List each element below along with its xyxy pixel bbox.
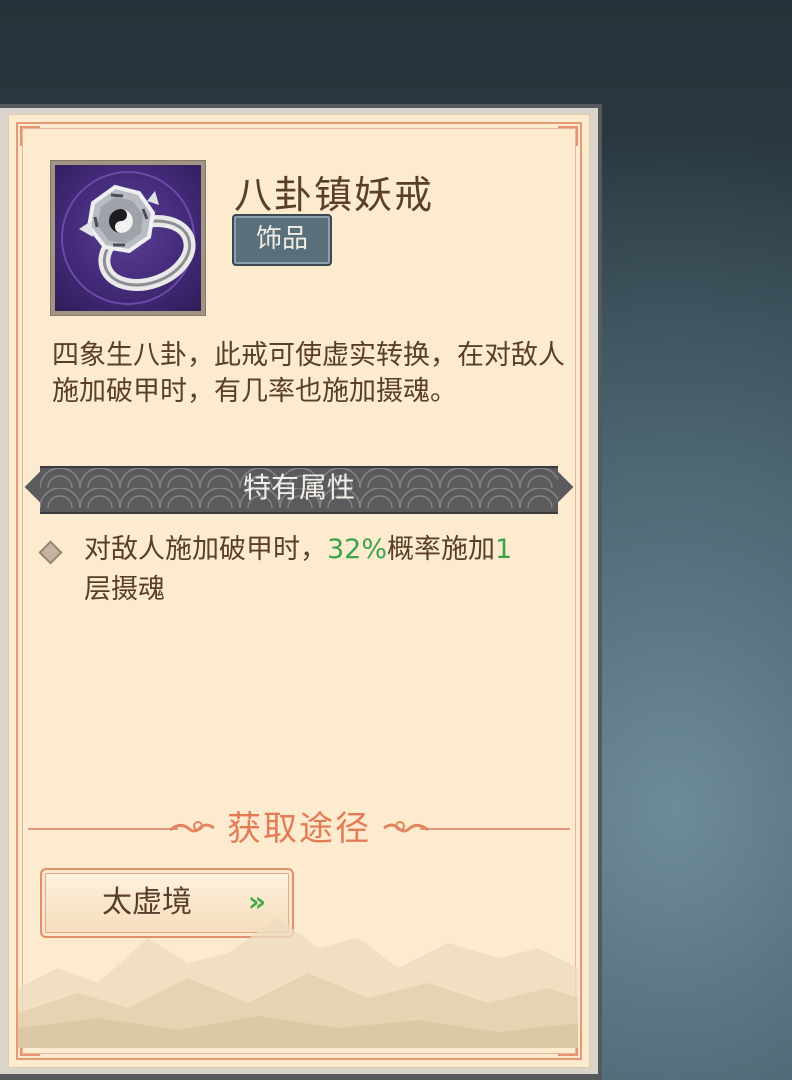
tooltip-paper: 八卦镇妖戒 饰品 四象生八卦，此戒可使虚实转换，在对敌人施加破甲时，有几率也施加… — [8, 114, 590, 1068]
source-header-title: 获取途径 — [227, 809, 371, 849]
attributes-header-title: 特有属性 — [242, 471, 355, 504]
attribute-stacks: 1 — [495, 534, 513, 565]
attribute-suffix: 层摄魂 — [84, 574, 165, 605]
attribute-text: 对敌人施加破甲时，32%概率施加1 层摄魂 — [84, 530, 538, 610]
attribute-entry: 对敌人施加破甲时，32%概率施加1 层摄魂 — [38, 530, 538, 610]
attribute-prefix: 对敌人施加破甲时， — [84, 534, 327, 565]
item-tooltip-card: 八卦镇妖戒 饰品 四象生八卦，此戒可使虚实转换，在对敌人施加破甲时，有几率也施加… — [0, 108, 598, 1074]
mountain-decoration — [18, 918, 578, 1048]
attribute-middle: 概率施加 — [387, 534, 496, 565]
attributes-header: 特有属性 — [24, 466, 574, 514]
item-type-label: 饰品 — [255, 224, 308, 254]
item-type-badge: 饰品 — [232, 214, 332, 266]
attribute-chance: 32% — [327, 534, 388, 565]
source-header: 获取途径 — [28, 804, 570, 854]
bagua-ring-icon — [55, 165, 201, 311]
item-icon-frame — [50, 160, 206, 316]
item-name: 八卦镇妖戒 — [234, 173, 435, 217]
item-description: 四象生八卦，此戒可使虚实转换，在对敌人施加破甲时，有几率也施加摄魂。 — [52, 340, 565, 407]
diamond-bullet-icon — [38, 540, 63, 565]
